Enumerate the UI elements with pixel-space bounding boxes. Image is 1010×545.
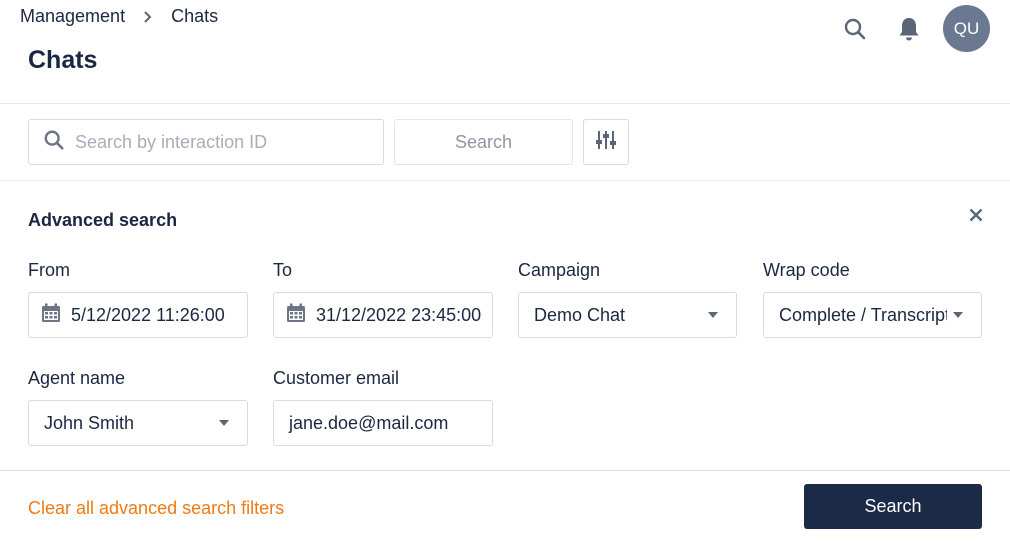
advanced-search-panel: Advanced search From To Campaign Wrap co… — [0, 181, 1010, 471]
from-label: From — [28, 260, 70, 280]
interaction-id-input[interactable] — [75, 131, 365, 153]
to-date-value: 31/12/2022 23:45:00 — [316, 304, 482, 325]
wrap-code-select[interactable]: Complete / Transcript — [763, 292, 982, 338]
campaign-label: Campaign — [518, 260, 601, 280]
chevron-right-icon — [141, 8, 155, 23]
breadcrumb-chats: Chats — [171, 6, 219, 26]
wrap-code-value: Complete / Transcript — [779, 304, 947, 325]
campaign-select[interactable]: Demo Chat — [518, 292, 737, 338]
breadcrumb: Management Chats — [20, 6, 218, 27]
agent-name-select[interactable]: John Smith — [28, 400, 248, 446]
calendar-icon — [41, 303, 61, 328]
from-date-picker[interactable]: 5/12/2022 11:26:00 — [28, 292, 248, 338]
page-title: Chats — [28, 46, 98, 74]
bell-icon[interactable] — [891, 11, 927, 47]
advanced-search-title: Advanced search — [28, 210, 178, 230]
to-label: To — [273, 260, 293, 280]
top-bar: Management Chats Chats QU — [0, 0, 1010, 104]
advanced-search-button[interactable]: Search — [804, 484, 982, 529]
agent-name-label: Agent name — [28, 368, 126, 388]
campaign-value: Demo Chat — [534, 304, 626, 325]
search-icon — [43, 129, 65, 156]
wrap-code-label: Wrap code — [763, 260, 850, 280]
search-icon[interactable] — [837, 11, 873, 47]
from-date-value: 5/12/2022 11:26:00 — [71, 304, 225, 325]
agent-name-value: John Smith — [44, 412, 135, 433]
sliders-icon — [595, 129, 617, 156]
advanced-filter-toggle[interactable] — [583, 119, 629, 165]
breadcrumb-management[interactable]: Management — [20, 6, 125, 27]
interaction-search-box[interactable] — [28, 119, 384, 165]
caret-down-icon — [953, 312, 963, 318]
advanced-search-footer: Clear all advanced search filters Search — [0, 471, 1010, 545]
caret-down-icon — [219, 420, 229, 426]
to-date-picker[interactable]: 31/12/2022 23:45:00 — [273, 292, 493, 338]
avatar[interactable]: QU — [943, 5, 990, 52]
caret-down-icon — [708, 312, 718, 318]
customer-email-field[interactable]: jane.doe@mail.com — [273, 400, 493, 446]
clear-filters-link[interactable]: Clear all advanced search filters — [28, 498, 284, 519]
quick-search-button[interactable]: Search — [394, 119, 573, 165]
customer-email-label: Customer email — [273, 368, 400, 388]
calendar-icon — [286, 303, 306, 328]
customer-email-value[interactable]: jane.doe@mail.com — [274, 413, 492, 434]
header-actions: QU — [837, 5, 990, 52]
close-icon[interactable] — [966, 205, 986, 225]
quick-search-row: Search — [0, 104, 1010, 181]
